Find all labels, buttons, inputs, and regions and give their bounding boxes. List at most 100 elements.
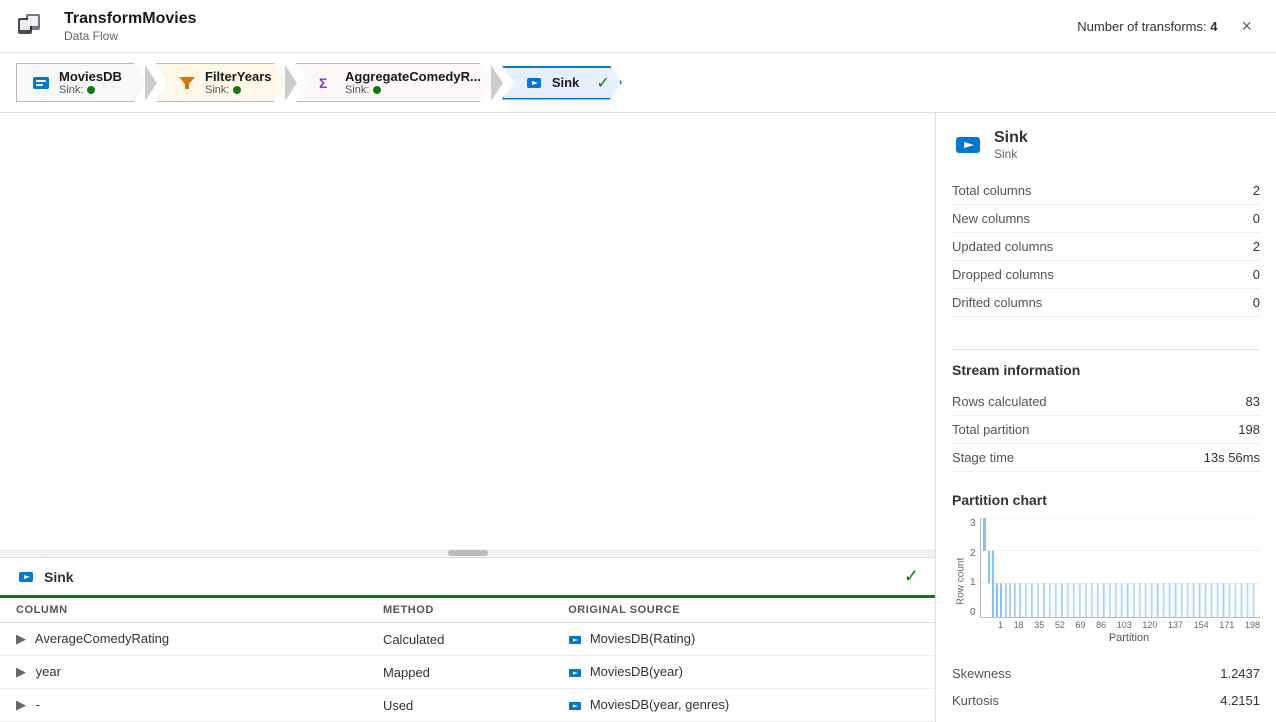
main-area: Sink ✓ COLUMN METHOD ORIGINAL SOURCE ▶ A… [0,113,1276,722]
x-label-86: 86 [1096,620,1106,630]
rows-calculated-value: 83 [1246,394,1260,409]
panel-header: Sink Sink [952,129,1260,161]
canvas [0,113,935,549]
panel-title: Sink [994,129,1028,147]
updated-columns-value: 2 [1253,239,1260,254]
drifted-columns-label: Drifted columns [952,295,1042,310]
col-header-column: COLUMN [0,598,367,623]
aggregate-status-dot [373,86,381,94]
moviesdb-info: MoviesDB Sink: [59,69,135,96]
moviesdb-sub: Sink: [59,84,135,96]
header-right: Number of transforms: 4 × [1077,12,1260,41]
pipeline-step-aggregate[interactable]: Σ AggregateComedyR... Sink: [296,63,492,102]
stats-section: Total columns 2 New columns 0 Updated co… [952,177,1260,317]
skewness-label: Skewness [952,666,1011,681]
new-columns-label: New columns [952,211,1030,226]
scroll-thumb [448,550,488,556]
drifted-columns-value: 0 [1253,295,1260,310]
x-label-1: 1 [998,620,1003,630]
stat-total-columns: Total columns 2 [952,177,1260,205]
total-columns-label: Total columns [952,183,1031,198]
table-row: ▶ year Mapped MoviesDB(year) [0,656,935,689]
filteryears-sub: Sink: [205,84,275,96]
source-1: MoviesDB(year) [590,664,683,679]
stage-time-label: Stage time [952,450,1014,465]
pipeline-step-moviesdb[interactable]: MoviesDB Sink: [16,63,146,102]
stage-time-value: 13s 56ms [1204,450,1260,465]
dropped-columns-value: 0 [1253,267,1260,282]
updated-columns-label: Updated columns [952,239,1053,254]
skewness-value: 1.2437 [1220,666,1260,681]
chart-x-labels: 1 18 35 52 69 86 103 120 137 154 171 198 [970,620,1260,630]
x-label-137: 137 [1168,620,1183,630]
table-header-row: Sink ✓ [0,558,935,598]
app-subtitle: Data Flow [64,29,118,43]
stat-total-partition: Total partition 198 [952,416,1260,444]
app-name: TransformMovies [64,10,1077,28]
rows-calculated-label: Rows calculated [952,394,1047,409]
total-partition-value: 198 [1238,422,1260,437]
app-icon [16,8,52,44]
app-header: TransformMovies Data Flow Number of tran… [0,0,1276,53]
col-header-source: ORIGINAL SOURCE [552,598,935,623]
chart-title: Partition chart [952,492,1260,508]
close-button[interactable]: × [1233,12,1260,41]
col-name-2: - [36,697,40,712]
pipeline-step-sink[interactable]: Sink ✓ [502,66,622,100]
sink-pipeline-info: Sink [552,75,591,90]
pipeline-bar: MoviesDB Sink: FilterYears Sink: [0,53,1276,113]
expand-icon-1[interactable]: ▶ [16,664,26,679]
sink-pipeline-name: Sink [552,75,591,90]
moviesdb-name: MoviesDB [59,69,135,84]
method-2: Used [367,689,552,722]
panel-sink-icon [952,129,984,161]
x-label-52: 52 [1055,620,1065,630]
arrow-3 [491,65,503,101]
source-icon-2 [568,699,582,713]
moviesdb-icon [31,73,51,93]
kurtosis-value: 4.2151 [1220,693,1260,708]
method-0: Calculated [367,623,552,656]
table-sink-label: Sink [44,569,904,585]
col-name-1: year [36,664,61,679]
sink-pipeline-icon [524,73,544,93]
header-title-block: TransformMovies Data Flow [64,10,1077,43]
right-panel: Sink Sink Total columns 2 New columns 0 … [936,113,1276,722]
table-success-icon: ✓ [904,566,919,587]
total-partition-label: Total partition [952,422,1029,437]
data-table: COLUMN METHOD ORIGINAL SOURCE ▶ AverageC… [0,598,935,722]
stat-skewness: Skewness 1.2437 [952,660,1260,687]
stat-stage-time: Stage time 13s 56ms [952,444,1260,472]
filteryears-icon [177,73,197,93]
kurtosis-label: Kurtosis [952,693,999,708]
arrow-1 [145,65,157,101]
filteryears-info: FilterYears Sink: [205,69,275,96]
expand-icon-2[interactable]: ▶ [16,697,26,712]
table-row: ▶ AverageComedyRating Calculated MoviesD… [0,623,935,656]
x-label-120: 120 [1142,620,1157,630]
aggregate-icon: Σ [317,73,337,93]
col-header-method: METHOD [367,598,552,623]
source-2: MoviesDB(year, genres) [590,697,729,712]
y-label-0: 0 [970,607,976,618]
method-1: Mapped [367,656,552,689]
x-label-69: 69 [1076,620,1086,630]
chart-x-title: Partition [970,632,1260,644]
arrow-2 [285,65,297,101]
pipeline-step-filteryears[interactable]: FilterYears Sink: [156,63,286,102]
stat-dropped-columns: Dropped columns 0 [952,261,1260,289]
stat-drifted-columns: Drifted columns 0 [952,289,1260,317]
x-label-103: 103 [1117,620,1132,630]
expand-icon-0[interactable]: ▶ [16,631,26,646]
aggregate-sub: Sink: [345,84,481,96]
partition-chart: Partition chart Row count 3 2 1 0 [952,492,1260,644]
filteryears-status-dot [233,86,241,94]
stream-info-section: Stream information Rows calculated 83 To… [952,362,1260,472]
new-columns-value: 0 [1253,211,1260,226]
panel-subtitle: Sink [994,147,1028,161]
chart-y-axis-label: Row count [952,518,970,644]
filteryears-name: FilterYears [205,69,275,84]
y-label-2: 2 [970,548,976,559]
left-area: Sink ✓ COLUMN METHOD ORIGINAL SOURCE ▶ A… [0,113,936,722]
canvas-scroll[interactable] [0,549,935,557]
